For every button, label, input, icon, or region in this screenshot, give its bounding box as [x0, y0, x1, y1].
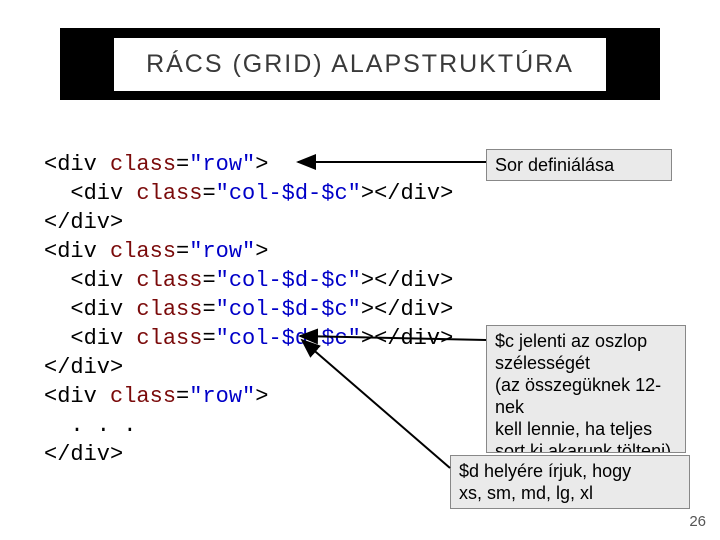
code-block: <div class="row"> <div class="col-$d-$c"… — [44, 150, 453, 469]
page-number: 26 — [689, 513, 706, 530]
slide-title-box: RÁCS (GRID) ALAPSTRUKTÚRA — [60, 28, 660, 100]
slide-title: RÁCS (GRID) ALAPSTRUKTÚRA — [114, 38, 606, 91]
callout-device: $d helyére írjuk, hogyxs, sm, md, lg, xl — [450, 455, 690, 509]
callout-row-definition: Sor definiálása — [486, 149, 672, 181]
callout-column-width: $c jelenti az oszlop szélességét(az össz… — [486, 325, 686, 453]
